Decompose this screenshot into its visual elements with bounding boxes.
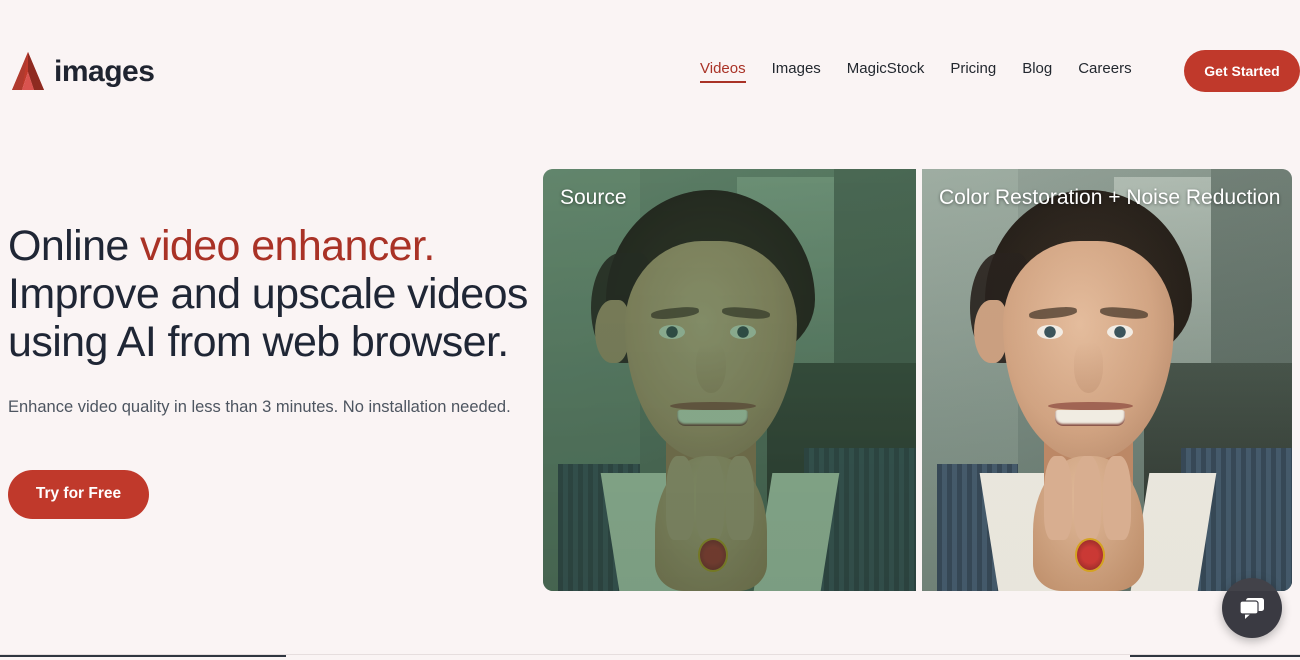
nav-item-videos[interactable]: Videos: [700, 60, 746, 83]
headline-accent: video enhancer.: [140, 222, 435, 270]
main-navigation: Videos Images MagicStock Pricing Blog Ca…: [700, 60, 1132, 83]
next-section-edge-left: [0, 655, 286, 657]
triangle-a-logo-icon: [12, 52, 44, 90]
nav-item-blog[interactable]: Blog: [1022, 60, 1052, 83]
source-image-pane[interactable]: Source: [543, 169, 916, 591]
brand-name: images: [54, 55, 155, 88]
nav-item-magicstock[interactable]: MagicStock: [847, 60, 925, 83]
headline-text-1: Online: [8, 222, 141, 270]
headline-text-2: Improve and upscale videos using AI from…: [8, 270, 528, 367]
nav-item-pricing[interactable]: Pricing: [950, 60, 996, 83]
nav-item-careers[interactable]: Careers: [1078, 60, 1131, 83]
page-title: Online video enhancer. Improve and upsca…: [8, 222, 538, 366]
site-header: images Videos Images MagicStock Pricing …: [0, 0, 1300, 120]
source-label: Source: [560, 186, 627, 209]
try-for-free-button[interactable]: Try for Free: [8, 469, 149, 519]
get-started-button[interactable]: Get Started: [1184, 50, 1300, 92]
chat-bubble-icon: [1239, 598, 1264, 619]
brand-logo[interactable]: images: [4, 48, 155, 96]
before-after-comparison: Source Color Restoration + Noise Reducti…: [543, 169, 1292, 591]
hero-copy: Online video enhancer. Improve and upsca…: [8, 222, 538, 519]
next-section-edge-right: [1130, 655, 1300, 657]
result-image-pane[interactable]: Color Restoration + Noise Reduction: [922, 169, 1292, 591]
result-label: Color Restoration + Noise Reduction: [939, 186, 1281, 209]
hero-subtitle: Enhance video quality in less than 3 min…: [8, 398, 511, 417]
nav-item-images[interactable]: Images: [772, 60, 821, 83]
